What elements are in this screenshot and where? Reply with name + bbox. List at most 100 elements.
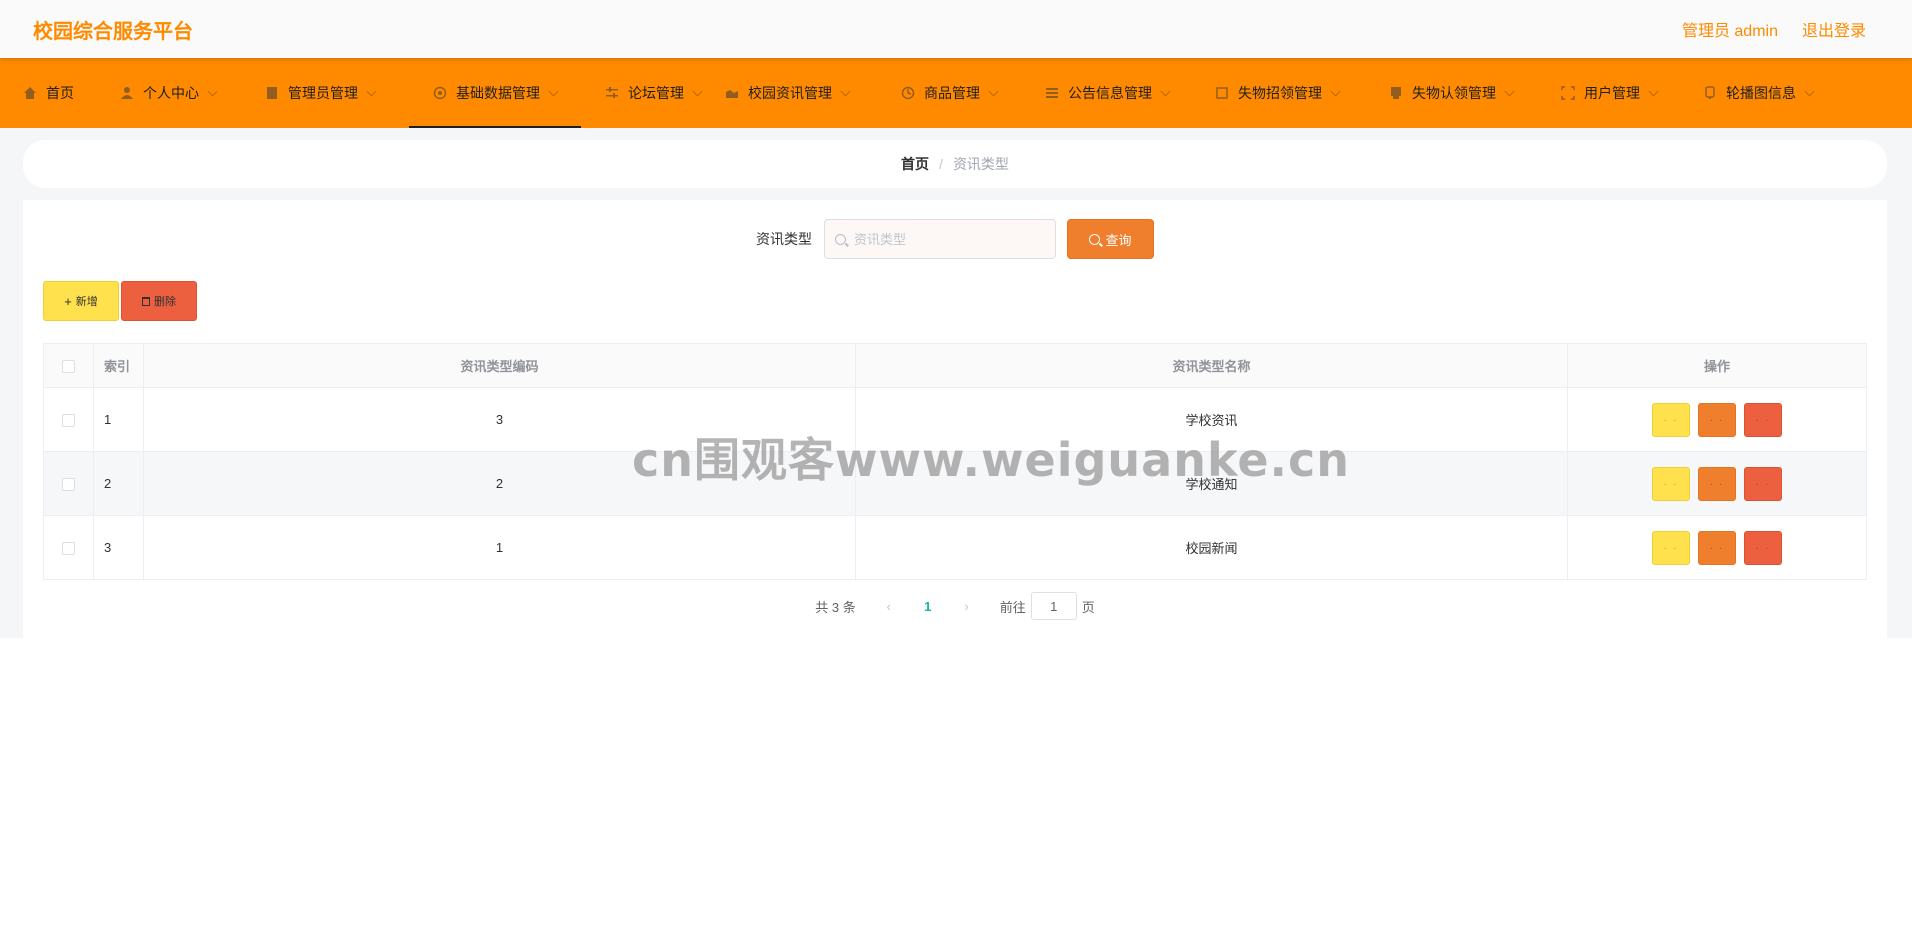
pagination-total: 共 3 条 xyxy=(815,599,856,615)
row-actions: · · · · · · xyxy=(1567,387,1867,452)
view-button[interactable]: · · xyxy=(1652,402,1690,437)
row-delete-button[interactable]: · · xyxy=(1744,466,1782,501)
row-name: 学校资讯 xyxy=(855,387,1568,452)
chevron-down-icon xyxy=(1648,86,1659,96)
logout-link[interactable]: 退出登录 xyxy=(1802,17,1866,41)
nav-label: 论坛管理 xyxy=(628,85,684,101)
app-title: 校园综合服务平台 xyxy=(33,20,193,43)
edit-button[interactable]: · · xyxy=(1698,530,1736,565)
edit-button[interactable]: · · xyxy=(1698,466,1736,501)
view-button[interactable]: · · xyxy=(1652,530,1690,565)
nav-item-carousel-info[interactable]: 轮播图信息 xyxy=(1703,58,1833,128)
nav-item-goods-management[interactable]: 商品管理 xyxy=(901,58,1045,128)
row-action-buttons: · · · · · · xyxy=(1568,466,1866,501)
nav-label: 校园资讯管理 xyxy=(748,85,832,101)
page-number-current[interactable]: 1 xyxy=(904,599,952,614)
nav-item-campus-news-management[interactable]: 校园资讯管理 xyxy=(725,58,901,128)
data-table: 索引 资讯类型编码 资讯类型名称 操作 1 3 学校资讯 · · · · · · xyxy=(43,343,1867,580)
table-header-row: 索引 资讯类型编码 资讯类型名称 操作 xyxy=(43,343,1867,388)
edit-button[interactable]: · · xyxy=(1698,402,1736,437)
nav-item-lost-claim-management[interactable]: 失物认领管理 xyxy=(1389,58,1561,128)
nav-item-home[interactable]: 首页 xyxy=(0,58,100,128)
row-select-cell xyxy=(43,515,94,580)
sliders-icon xyxy=(606,87,618,98)
query-button-label: 查询 xyxy=(1105,232,1132,248)
search-input[interactable] xyxy=(854,231,1044,247)
nav-item-announcement-management[interactable]: 公告信息管理 xyxy=(1045,58,1215,128)
page-suffix: 页 xyxy=(1081,599,1095,615)
add-button[interactable]: + 新增 xyxy=(43,281,119,321)
row-delete-button[interactable]: · · xyxy=(1744,530,1782,565)
action-toolbar: + 新增 删除 xyxy=(43,281,197,321)
nav-item-basic-data-management[interactable]: 基础数据管理 xyxy=(409,58,581,128)
row-checkbox[interactable] xyxy=(62,542,75,556)
nav-label: 商品管理 xyxy=(924,85,980,101)
table-row: 1 3 学校资讯 · · · · · · xyxy=(43,387,1867,452)
breadcrumb-separator: / xyxy=(939,156,943,172)
search-label: 资讯类型 xyxy=(756,231,812,247)
row-actions: · · · · · · xyxy=(1567,515,1867,580)
add-button-label: 新增 xyxy=(75,296,98,308)
search-icon xyxy=(835,233,846,245)
delete-button[interactable]: 删除 xyxy=(121,281,197,321)
trash-icon xyxy=(142,296,150,306)
breadcrumb: 首页 / 资讯类型 xyxy=(23,140,1887,188)
admin-user-label[interactable]: 管理员 admin xyxy=(1682,17,1778,41)
nav-label: 基础数据管理 xyxy=(456,85,540,101)
frame-icon xyxy=(1216,87,1228,99)
row-select-cell xyxy=(43,451,94,516)
column-header-name: 资讯类型名称 xyxy=(855,343,1568,388)
column-header-index: 索引 xyxy=(93,343,144,388)
chevron-down-icon xyxy=(840,86,851,96)
nav-item-forum-management[interactable]: 论坛管理 xyxy=(581,58,725,128)
chevron-down-icon xyxy=(548,86,559,96)
row-delete-button[interactable]: · · xyxy=(1744,402,1782,437)
column-header-code: 资讯类型编码 xyxy=(143,343,856,388)
row-actions: · · · · · · xyxy=(1567,451,1867,516)
chevron-down-icon xyxy=(1504,86,1515,96)
image-icon xyxy=(1705,86,1715,99)
row-index: 1 xyxy=(93,387,144,452)
query-button[interactable]: 查询 xyxy=(1067,219,1154,259)
table-row: 2 2 学校通知 · · · · · · xyxy=(43,451,1867,516)
row-index: 2 xyxy=(93,451,144,516)
row-code: 1 xyxy=(143,515,856,580)
prev-page-icon[interactable]: ‹ xyxy=(874,599,904,614)
nav-label: 轮播图信息 xyxy=(1726,85,1796,101)
chevron-down-icon xyxy=(1160,86,1171,96)
breadcrumb-home[interactable]: 首页 xyxy=(901,154,929,174)
select-all-cell xyxy=(43,343,94,388)
row-checkbox[interactable] xyxy=(62,414,75,428)
search-icon xyxy=(1089,233,1101,245)
home-icon xyxy=(24,87,36,99)
chevron-down-icon xyxy=(207,86,218,96)
user-icon xyxy=(121,87,133,99)
nav-item-user-management[interactable]: 用户管理 xyxy=(1561,58,1703,128)
list-icon xyxy=(1046,88,1058,98)
row-action-buttons: · · · · · · xyxy=(1568,530,1866,565)
select-all-checkbox[interactable] xyxy=(62,360,75,374)
breadcrumb-current: 资讯类型 xyxy=(952,156,1009,172)
news-icon xyxy=(726,90,738,98)
nav-item-lost-found-management[interactable]: 失物招领管理 xyxy=(1215,58,1389,128)
nav-label: 用户管理 xyxy=(1584,85,1640,101)
search-bar: 资讯类型 查询 xyxy=(23,219,1887,259)
next-page-icon[interactable]: › xyxy=(952,599,982,614)
main-content-card: 资讯类型 查询 + 新增 删除 索引 资讯类型编码 资讯类型名称 操作 xyxy=(23,200,1887,638)
row-code: 3 xyxy=(143,387,856,452)
nav-label: 首页 xyxy=(46,85,74,101)
search-box xyxy=(824,219,1056,259)
settings-icon xyxy=(433,86,447,100)
nav-label: 失物招领管理 xyxy=(1238,85,1322,101)
row-checkbox[interactable] xyxy=(62,478,75,492)
view-button[interactable]: · · xyxy=(1652,466,1690,501)
nav-item-personal-center[interactable]: 个人中心 xyxy=(100,58,245,128)
chevron-down-icon xyxy=(1330,86,1341,96)
chevron-down-icon xyxy=(692,86,703,96)
column-header-actions: 操作 xyxy=(1567,343,1867,388)
goto-page-input[interactable] xyxy=(1030,592,1077,620)
nav-label: 失物认领管理 xyxy=(1412,85,1496,101)
clock-icon xyxy=(901,86,915,100)
nav-item-admin-management[interactable]: 管理员管理 xyxy=(245,58,409,128)
header-user-area: 管理员 admin 退出登录 xyxy=(1682,17,1866,41)
